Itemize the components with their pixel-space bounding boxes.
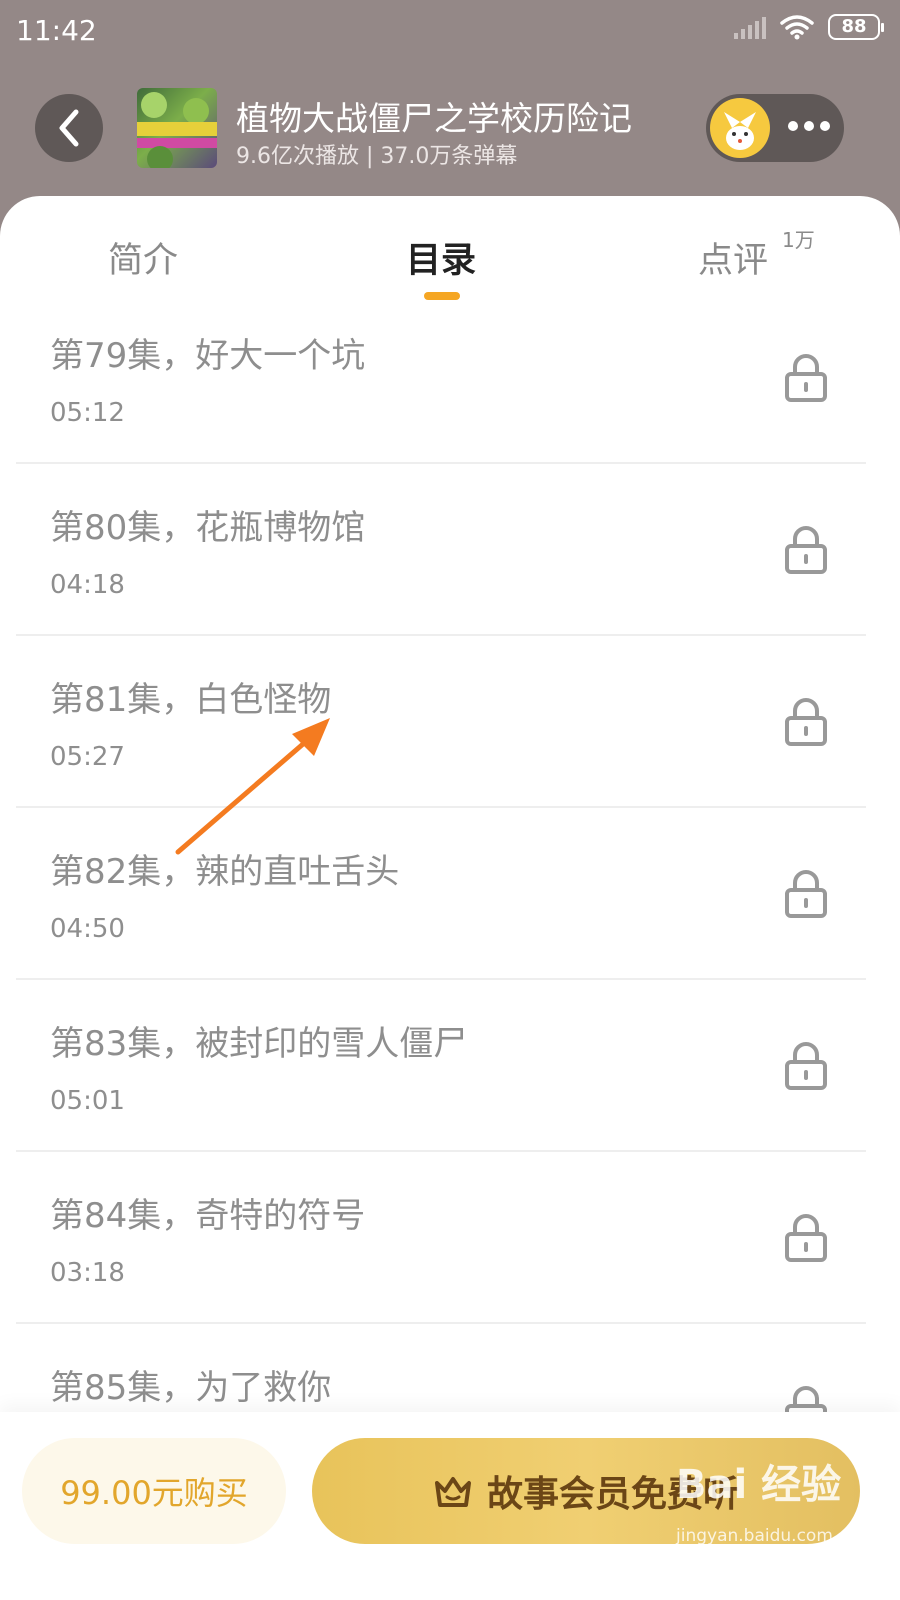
episode-item[interactable]: 第79集，好大一个坑 05:12 — [16, 306, 866, 464]
episode-item[interactable]: 第84集，奇特的符号 03:18 — [16, 1152, 866, 1324]
episode-duration: 05:12 — [50, 398, 125, 428]
tab-review[interactable]: 点评 — [698, 232, 768, 283]
episode-duration: 04:50 — [50, 914, 125, 944]
lock-icon — [785, 354, 827, 402]
album-stats: 9.6亿次播放 | 37.0万条弹幕 — [236, 144, 518, 169]
fox-mascot-icon — [724, 112, 756, 150]
episode-duration: 05:01 — [50, 1086, 125, 1116]
episode-title: 第82集，辣的直吐舌头 — [50, 852, 400, 892]
signal-icon — [734, 15, 766, 39]
episode-title: 第79集，好大一个坑 — [50, 336, 366, 376]
episode-duration: 04:18 — [50, 570, 125, 600]
episode-title: 第84集，奇特的符号 — [50, 1196, 366, 1236]
episode-title: 第81集，白色怪物 — [50, 680, 332, 720]
tab-catalog[interactable]: 目录 — [406, 232, 476, 283]
album-title: 植物大战僵尸之学校历险记 — [236, 99, 632, 138]
status-time: 11:42 — [16, 14, 97, 47]
episode-list: 第79集，好大一个坑 05:12 第80集，花瓶博物馆 04:18 第81集，白… — [16, 306, 866, 1496]
battery-icon: 88 — [828, 14, 884, 40]
episode-title: 第83集，被封印的雪人僵尸 — [50, 1024, 468, 1064]
content-card: 简介 目录 点评 1万 第79集，好大一个坑 05:12 第80集，花瓶博物馆 … — [0, 196, 900, 1600]
episode-title: 第85集，为了救你 — [50, 1368, 332, 1408]
status-icons: 88 — [734, 14, 884, 40]
episode-item[interactable]: 第80集，花瓶博物馆 04:18 — [16, 464, 866, 636]
header-actions — [706, 94, 844, 162]
buy-button[interactable]: 99.00元购买 — [22, 1438, 286, 1544]
active-tab-indicator — [424, 292, 460, 300]
lock-icon — [785, 870, 827, 918]
episode-duration: 05:27 — [50, 742, 125, 772]
lock-icon — [785, 698, 827, 746]
lock-icon — [785, 1214, 827, 1262]
watermark-logo: Bai 经验 — [676, 1462, 842, 1508]
episode-duration: 03:18 — [50, 1258, 125, 1288]
episode-item[interactable]: 第83集，被封印的雪人僵尸 05:01 — [16, 980, 866, 1152]
avatar[interactable] — [710, 98, 770, 158]
episode-title: 第80集，花瓶博物馆 — [50, 508, 366, 548]
crown-icon — [434, 1477, 471, 1507]
chevron-left-icon — [59, 109, 79, 147]
lock-icon — [785, 1042, 827, 1090]
episode-item[interactable]: 第81集，白色怪物 05:27 — [16, 636, 866, 808]
episode-item[interactable]: 第82集，辣的直吐舌头 04:50 — [16, 808, 866, 980]
review-count-badge: 1万 — [782, 228, 815, 252]
tab-intro[interactable]: 简介 — [108, 232, 178, 283]
album-cover[interactable] — [137, 88, 217, 168]
more-icon[interactable] — [788, 121, 830, 131]
lock-icon — [785, 526, 827, 574]
wifi-icon — [780, 15, 814, 40]
back-button[interactable] — [35, 94, 103, 162]
tab-bar: 简介 目录 点评 1万 — [0, 196, 900, 306]
status-bar: 11:42 88 — [0, 0, 900, 60]
watermark-url: jingyan.baidu.com — [676, 1526, 833, 1546]
